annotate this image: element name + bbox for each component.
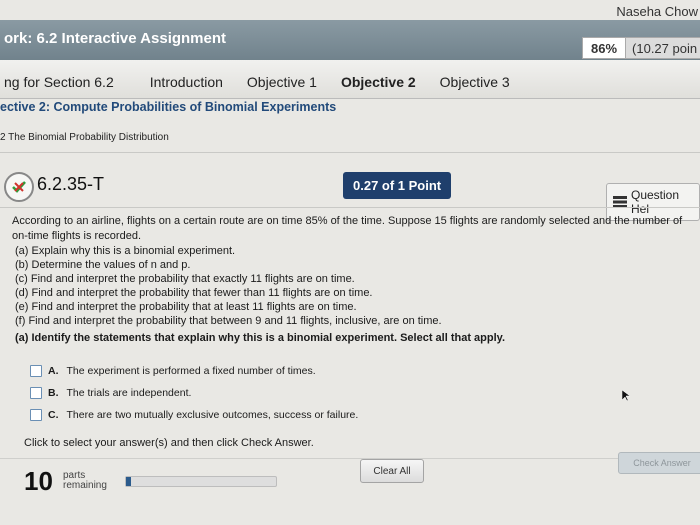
score-box: 86% (10.27 poin	[582, 37, 700, 59]
points-badge: 0.27 of 1 Point	[343, 172, 452, 199]
parts-label-line: remaining	[63, 480, 107, 491]
option-letter: A.	[48, 365, 59, 377]
question-part: (a) Explain why this is a binomial exper…	[15, 245, 236, 257]
tab-objective-1[interactable]: Objective 1	[235, 74, 329, 98]
question-part: (b) Determine the values of n and p.	[15, 259, 191, 271]
divider	[0, 152, 700, 153]
partial-credit-icon	[4, 172, 34, 202]
checkbox[interactable]	[30, 387, 42, 399]
option-letter: C.	[48, 409, 59, 421]
option-text: There are two mutually exclusive outcome…	[66, 409, 359, 421]
progress-bar	[125, 476, 277, 487]
option-letter: B.	[48, 387, 59, 399]
tab-section[interactable]: ng for Section 6.2	[0, 74, 138, 98]
clear-all-button[interactable]: Clear All	[360, 459, 424, 483]
question-prompt: According to an airline, flights on a ce…	[12, 214, 700, 345]
answer-instruction: Click to select your answer(s) and then …	[24, 437, 314, 449]
option-c[interactable]: C. There are two mutually exclusive outc…	[30, 404, 358, 426]
tab-introduction[interactable]: Introduction	[138, 74, 235, 98]
answer-options: A. The experiment is performed a fixed n…	[30, 360, 358, 426]
tab-objective-3[interactable]: Objective 3	[428, 74, 522, 98]
progress-fill	[126, 477, 131, 486]
question-part: (f) Find and interpret the probability t…	[15, 315, 442, 327]
problem-statement-line: According to an airline, flights on a ce…	[12, 215, 683, 227]
option-text: The trials are independent.	[66, 387, 192, 399]
score-percent: 86%	[582, 37, 627, 59]
section-subtitle: 2 The Binomial Probability Distribution	[0, 132, 169, 143]
option-text: The experiment is performed a fixed numb…	[66, 365, 316, 377]
question-id: 6.2.35-T	[37, 174, 105, 194]
option-b[interactable]: B. The trials are independent.	[30, 382, 358, 404]
parts-remaining-label: parts remaining	[63, 471, 123, 491]
divider	[0, 207, 700, 208]
assignment-title: ork: 6.2 Interactive Assignment	[4, 30, 227, 47]
objective-tabs: ng for Section 6.2 Introduction Objectiv…	[0, 60, 700, 99]
divider	[0, 458, 700, 459]
question-part: (e) Find and interpret the probability t…	[15, 301, 357, 313]
mouse-cursor-icon	[621, 389, 631, 407]
user-name[interactable]: Naseha Chow	[616, 4, 698, 19]
option-a[interactable]: A. The experiment is performed a fixed n…	[30, 360, 358, 382]
section-title: ective 2: Compute Probabilities of Binom…	[0, 100, 337, 114]
score-points: (10.27 poin	[626, 37, 700, 59]
checkbox[interactable]	[30, 409, 42, 421]
question-part: (d) Find and interpret the probability t…	[15, 287, 373, 299]
part-a-instruction: (a) Identify the statements that explain…	[15, 332, 506, 344]
parts-remaining-count: 10	[24, 466, 53, 496]
question-part: (c) Find and interpret the probability t…	[15, 273, 355, 285]
question-help-label: Question Hel	[631, 188, 680, 216]
problem-statement-line: on-time flights is recorded.	[12, 230, 141, 242]
tab-objective-2[interactable]: Objective 2	[329, 74, 428, 98]
check-answer-button[interactable]: Check Answer	[618, 452, 700, 474]
checkbox[interactable]	[30, 365, 42, 377]
